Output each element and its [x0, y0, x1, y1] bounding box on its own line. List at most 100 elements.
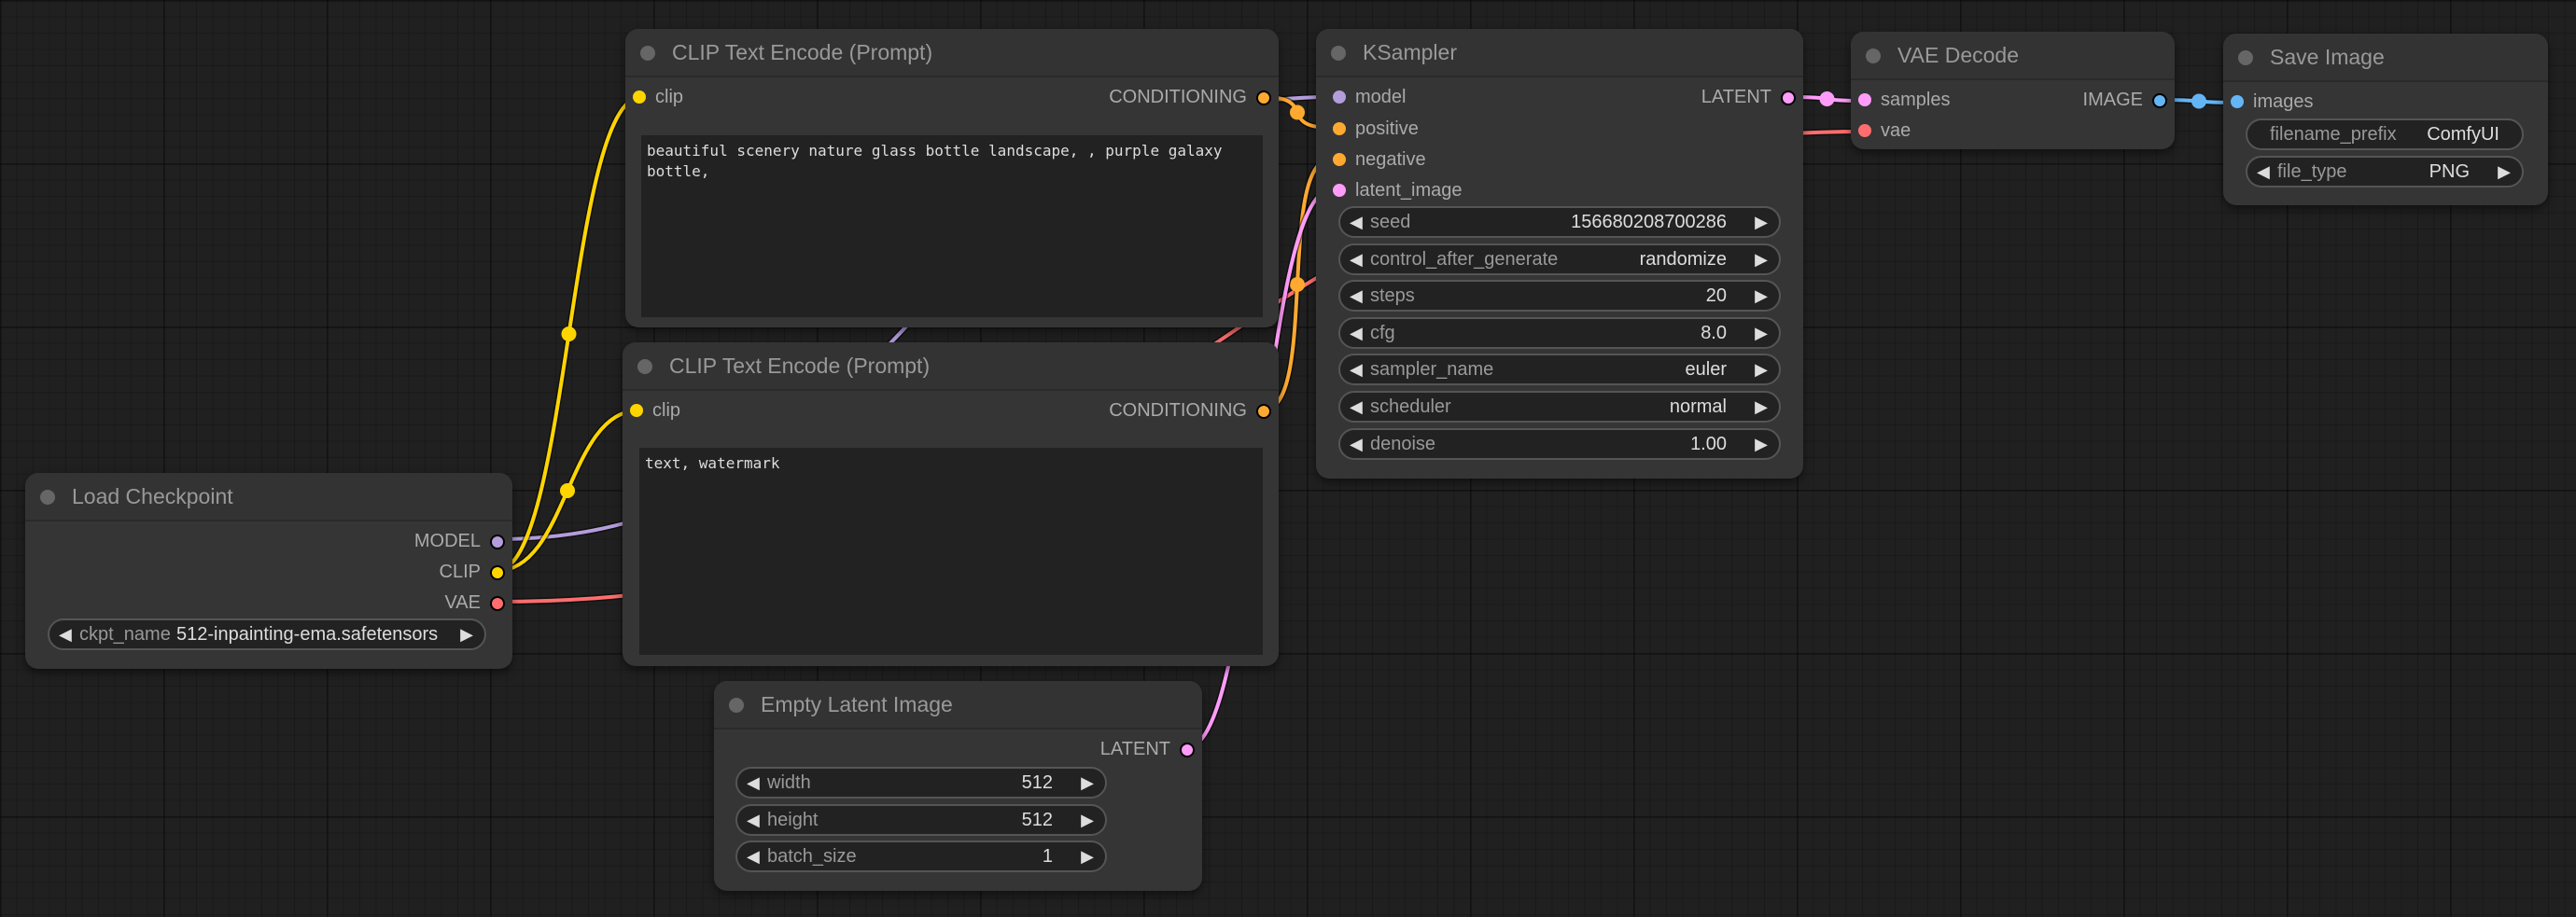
wire-clip-positive-midpoint[interactable]: [561, 327, 577, 342]
node-vae-decode[interactable]: VAE Decode samples vae IMAGE: [1851, 32, 2175, 149]
slot-dot: [2152, 93, 2167, 108]
widget-denoise[interactable]: ◀ denoise 1.00 ▶: [1338, 427, 1781, 460]
slot-dot: [1333, 90, 1346, 104]
prompt-textarea[interactable]: text, watermark: [639, 448, 1263, 655]
left-arrow-icon[interactable]: ◀: [59, 620, 72, 648]
slot-dot: [490, 596, 505, 611]
wire-positive-midpoint[interactable]: [1290, 104, 1305, 120]
output-clip[interactable]: CLIP: [440, 558, 505, 586]
node-title: KSampler: [1363, 40, 1457, 64]
node-title: CLIP Text Encode (Prompt): [672, 40, 933, 64]
slot-dot: [1256, 90, 1271, 105]
slot-dot: [490, 535, 505, 549]
node-title: VAE Decode: [1897, 43, 2019, 67]
node-status-dot[interactable]: [729, 698, 744, 713]
input-vae[interactable]: vae: [1858, 117, 1911, 145]
left-arrow-icon[interactable]: ◀: [1350, 319, 1363, 347]
node-clip-text-encode-negative[interactable]: CLIP Text Encode (Prompt) clip CONDITION…: [623, 342, 1279, 666]
slot-dot: [1858, 93, 1871, 106]
wires-layer: [496, 91, 2240, 752]
left-arrow-icon[interactable]: ◀: [1350, 245, 1363, 273]
slot-dot: [1781, 90, 1796, 105]
widget-control-after-generate[interactable]: ◀ control_after_generate randomize ▶: [1338, 243, 1781, 275]
prompt-textarea[interactable]: beautiful scenery nature glass bottle la…: [641, 135, 1263, 317]
left-arrow-icon: ◀: [2257, 162, 2270, 181]
output-image[interactable]: IMAGE: [2083, 86, 2167, 114]
wire-clip-negative-midpoint[interactable]: [560, 483, 575, 498]
left-arrow-icon[interactable]: ◀: [1350, 430, 1363, 458]
file-type-combo[interactable]: ◀ file_type PNG ▶: [2246, 156, 2524, 188]
right-arrow-icon: ▶: [1081, 847, 1094, 866]
slot-dot: [1333, 153, 1346, 166]
left-arrow-icon[interactable]: ◀: [1350, 208, 1363, 236]
widget-sampler-name[interactable]: ◀ sampler_name euler ▶: [1338, 354, 1781, 386]
input-negative[interactable]: negative: [1333, 146, 1426, 174]
left-arrow-icon: ◀: [747, 847, 760, 866]
node-status-dot[interactable]: [1331, 46, 1346, 61]
output-latent[interactable]: LATENT: [1100, 735, 1195, 763]
wire-negative-midpoint[interactable]: [1290, 276, 1305, 292]
node-status-dot[interactable]: [637, 359, 652, 374]
wire-clip-negative[interactable]: [496, 409, 639, 573]
input-positive[interactable]: positive: [1333, 115, 1419, 143]
slot-dot: [630, 404, 643, 417]
input-samples[interactable]: samples: [1858, 86, 1950, 114]
left-arrow-icon[interactable]: ◀: [1350, 393, 1363, 421]
input-clip[interactable]: clip: [630, 396, 680, 424]
node-empty-latent-image[interactable]: Empty Latent Image LATENT ◀ width 512 ▶ ◀ he…: [714, 681, 1202, 891]
input-model[interactable]: model: [1333, 83, 1406, 111]
slot-dot: [1333, 184, 1346, 197]
node-status-dot[interactable]: [640, 46, 655, 61]
left-arrow-icon[interactable]: ◀: [1350, 355, 1363, 383]
left-arrow-icon: ◀: [747, 811, 760, 829]
wire-clip-negative-shadow: [496, 407, 639, 575]
left-arrow-icon[interactable]: ◀: [1350, 282, 1363, 310]
slot-dot: [1256, 404, 1271, 419]
input-clip[interactable]: clip: [633, 83, 683, 111]
node-clip-text-encode-positive[interactable]: CLIP Text Encode (Prompt) clip CONDITION…: [625, 29, 1279, 327]
widget-scheduler[interactable]: ◀ scheduler normal ▶: [1338, 391, 1781, 423]
filename-prefix-field[interactable]: filename_prefix ComfyUI: [2246, 118, 2524, 150]
right-arrow-icon[interactable]: ▶: [1755, 355, 1768, 383]
node-load-checkpoint[interactable]: Load Checkpoint MODEL CLIP VAE ◀ ckpt_na…: [25, 473, 512, 669]
widget-steps[interactable]: ◀ steps 20 ▶: [1338, 280, 1781, 313]
ckpt-name-combo[interactable]: ◀ ckpt_name 512-inpainting-ema.safetenso…: [48, 618, 486, 650]
slot-dot: [1180, 743, 1195, 757]
right-arrow-icon: ▶: [1081, 773, 1094, 792]
wire-clip-positive[interactable]: [496, 95, 642, 573]
output-latent[interactable]: LATENT: [1701, 83, 1796, 111]
output-conditioning[interactable]: CONDITIONING: [1109, 83, 1271, 111]
output-model[interactable]: MODEL: [414, 527, 505, 555]
node-ksampler[interactable]: KSampler model positive negative latent_…: [1316, 29, 1803, 479]
output-conditioning[interactable]: CONDITIONING: [1109, 396, 1271, 424]
input-latent-image[interactable]: latent_image: [1333, 176, 1463, 204]
slot-dot: [490, 565, 505, 580]
right-arrow-icon[interactable]: ▶: [1755, 430, 1768, 458]
right-arrow-icon[interactable]: ▶: [1755, 208, 1768, 236]
right-arrow-icon[interactable]: ▶: [1755, 245, 1768, 273]
right-arrow-icon[interactable]: ▶: [1755, 393, 1768, 421]
node-status-dot[interactable]: [40, 490, 55, 505]
node-title: CLIP Text Encode (Prompt): [669, 354, 931, 378]
slot-dot: [1858, 124, 1871, 137]
widget-width[interactable]: ◀ width 512 ▶: [735, 767, 1107, 799]
node-title: Load Checkpoint: [72, 484, 233, 508]
input-images[interactable]: images: [2231, 88, 2313, 116]
wire-samples-midpoint[interactable]: [1819, 91, 1835, 106]
node-title: Empty Latent Image: [761, 692, 953, 716]
node-save-image[interactable]: Save Image images filename_prefix ComfyUI…: [2223, 34, 2548, 205]
output-vae[interactable]: VAE: [444, 589, 505, 617]
slot-dot: [1333, 122, 1346, 135]
slot-dot: [2231, 95, 2244, 108]
node-status-dot[interactable]: [2238, 50, 2253, 65]
widget-batch-size[interactable]: ◀ batch_size 1 ▶: [735, 841, 1107, 872]
wire-clip-positive-shadow: [496, 93, 642, 575]
widget-height[interactable]: ◀ height 512 ▶: [735, 804, 1107, 836]
right-arrow-icon[interactable]: ▶: [1755, 319, 1768, 347]
widget-seed[interactable]: ◀ seed 156680208700286 ▶: [1338, 206, 1781, 238]
right-arrow-icon[interactable]: ▶: [460, 620, 473, 648]
widget-cfg[interactable]: ◀ cfg 8.0 ▶: [1338, 316, 1781, 349]
node-status-dot[interactable]: [1866, 49, 1881, 63]
right-arrow-icon[interactable]: ▶: [1755, 282, 1768, 310]
wire-images-midpoint[interactable]: [2191, 93, 2206, 109]
